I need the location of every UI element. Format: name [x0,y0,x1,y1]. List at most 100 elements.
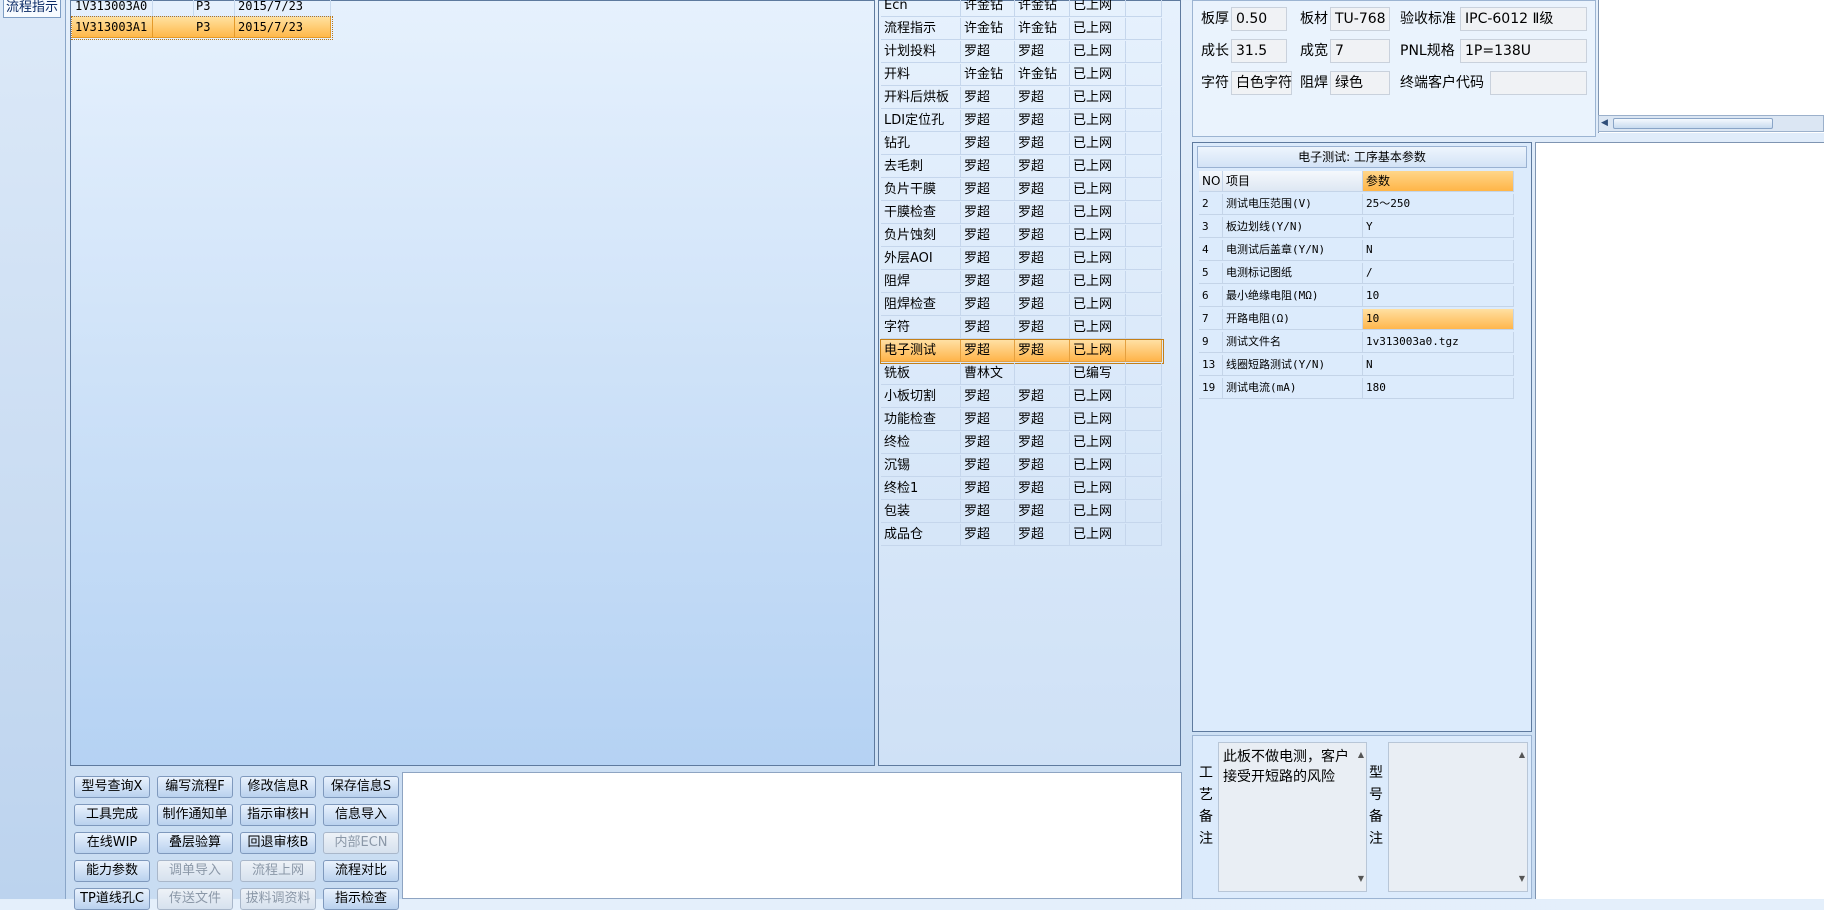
process-row[interactable]: 阻焊 罗超 罗超 已上网 [881,271,1163,294]
button-13[interactable]: 调单导入 [157,860,233,882]
param-row[interactable]: 4 电测试后盖章(Y/N) N [1199,240,1514,261]
param-row[interactable]: 6 最小绝缘电阻(MΩ) 10 [1199,286,1514,307]
button-4[interactable]: 工具完成 [74,804,150,826]
param-value-cell[interactable]: 10 [1363,309,1514,330]
process-row[interactable]: 沉锡 罗超 罗超 已上网 [881,455,1163,478]
scroll-left-icon[interactable]: ◀ [1601,118,1611,129]
process-name-cell: 阻焊检查 [881,294,961,316]
param-row[interactable]: 3 板边划线(Y/N) Y [1199,217,1514,238]
process-row[interactable]: 功能检查 罗超 罗超 已上网 [881,409,1163,432]
button-18[interactable]: 拔料调资料 [240,888,316,910]
param-value-cell[interactable]: Y [1363,217,1514,238]
param-row[interactable]: 2 测试电压范围(V) 25～250 [1199,194,1514,215]
process-row[interactable]: 去毛刺 罗超 罗超 已上网 [881,156,1163,179]
standard-field[interactable]: IPC-6012 Ⅱ级 [1460,7,1587,31]
param-value-cell[interactable]: 180 [1363,378,1514,399]
product-row[interactable]: 1V313003A1 P3 2015/7/23 [71,16,333,40]
params-header-0[interactable]: NO [1199,171,1223,192]
param-row[interactable]: 9 测试文件名 1v313003a0.tgz [1199,332,1514,353]
button-9[interactable]: 叠层验算 [157,832,233,854]
params-header-2[interactable]: 参数 [1363,171,1514,192]
process-row[interactable]: 小板切割 罗超 罗超 已上网 [881,386,1163,409]
horizontal-scrollbar[interactable]: ◀ [1598,115,1824,132]
message-area[interactable] [402,772,1182,899]
reviewer-cell: 罗超 [1015,87,1070,109]
process-row[interactable]: 钻孔 罗超 罗超 已上网 [881,133,1163,156]
process-row[interactable]: 开料后烘板 罗超 罗超 已上网 [881,87,1163,110]
button-7[interactable]: 信息导入 [323,804,399,826]
button-15[interactable]: 流程对比 [323,860,399,882]
process-remark-textarea[interactable]: 此板不做电测，客户接受开短路的风险 ▲ ▼ [1218,742,1367,892]
process-row[interactable]: 计划投料 罗超 罗超 已上网 [881,41,1163,64]
length-field[interactable]: 31.5 [1231,39,1287,63]
process-row[interactable]: Ecn 许金钻 许金钻 已上网 [881,0,1163,18]
scroll-down-icon[interactable]: ▼ [1519,869,1525,889]
params-header-1[interactable]: 项目 [1223,171,1363,192]
param-value-cell[interactable]: N [1363,240,1514,261]
product-list[interactable]: 1V313003A0 P3 2015/7/23 1V313003A1 P3 2015/7/… [70,0,875,766]
param-value-cell[interactable]: 10 [1363,286,1514,307]
process-row[interactable]: 终检 罗超 罗超 已上网 [881,432,1163,455]
button-17[interactable]: 传送文件 [157,888,233,910]
button-10[interactable]: 回退审核B [240,832,316,854]
button-12[interactable]: 能力参数 [74,860,150,882]
param-row[interactable]: 7 开路电阻(Ω) 10 [1199,309,1514,330]
process-row[interactable]: 开料 许金钻 许金钻 已上网 [881,64,1163,87]
button-14[interactable]: 流程上网 [240,860,316,882]
producer-cell: 罗超 [961,156,1015,178]
button-11[interactable]: 内部ECN [323,832,399,854]
width-field[interactable]: 7 [1330,39,1390,63]
process-row[interactable]: 阻焊检查 罗超 罗超 已上网 [881,294,1163,317]
status-cell: 已上网 [1070,455,1126,477]
button-0[interactable]: 型号查询X [74,776,150,798]
button-5[interactable]: 制作通知单 [157,804,233,826]
char-field[interactable]: 白色字符 [1231,71,1292,95]
process-row[interactable]: 负片蚀刻 罗超 罗超 已上网 [881,225,1163,248]
process-row[interactable]: LDI定位孔 罗超 罗超 已上网 [881,110,1163,133]
remarks-panel: 工艺备注 此板不做电测，客户接受开短路的风险 ▲ ▼ 型号备注 ▲ ▼ [1192,735,1532,899]
process-table[interactable]: Ecn 许金钻 许金钻 已上网 流程指示 许金钻 许金钻 已上网 计划投料 罗超 罗超 已上网 开料 许金… [878,0,1181,766]
process-row[interactable]: 铣板 曹林文 已编写 [881,363,1163,386]
process-row[interactable]: 外层AOI 罗超 罗超 已上网 [881,248,1163,271]
scroll-up-icon[interactable]: ▲ [1358,745,1364,765]
process-row[interactable]: 字符 罗超 罗超 已上网 [881,317,1163,340]
param-value-cell[interactable]: 25～250 [1363,194,1514,215]
status-cell: 已上网 [1070,432,1126,454]
tab-flow-instructions[interactable]: 流程指示 [3,0,61,18]
param-row[interactable]: 5 电测标记图纸 / [1199,263,1514,284]
scroll-down-icon[interactable]: ▼ [1358,869,1364,889]
producer-cell: 罗超 [961,41,1015,63]
button-1[interactable]: 编写流程F [157,776,233,798]
mask-field[interactable]: 绿色 [1330,71,1390,95]
button-19[interactable]: 指示检查 [323,888,399,910]
param-value-cell[interactable]: / [1363,263,1514,284]
button-16[interactable]: TP道线孔C [74,888,150,910]
process-row[interactable]: 终检1 罗超 罗超 已上网 [881,478,1163,501]
product-row[interactable]: 1V313003A0 P3 2015/7/23 [72,0,332,18]
model-remark-textarea[interactable]: ▲ ▼ [1388,742,1528,892]
thickness-field[interactable]: 0.50 [1231,7,1287,31]
process-row[interactable]: 负片干膜 罗超 罗超 已上网 [881,179,1163,202]
button-6[interactable]: 指示审核H [240,804,316,826]
param-value-cell[interactable]: 1v313003a0.tgz [1363,332,1514,353]
process-row[interactable]: 电子测试 罗超 罗超 已上网 [880,339,1164,364]
button-3[interactable]: 保存信息S [323,776,399,798]
process-row[interactable]: 流程指示 许金钻 许金钻 已上网 [881,18,1163,41]
status-cell: 已上网 [1070,87,1126,109]
customer-field[interactable] [1490,71,1587,95]
scroll-up-icon[interactable]: ▲ [1519,745,1525,765]
pnl-field[interactable]: 1P=138U [1460,39,1587,63]
thickness-label: 板厚 [1201,11,1229,27]
button-8[interactable]: 在线WIP [74,832,150,854]
process-row[interactable]: 成品仓 罗超 罗超 已上网 [881,524,1163,547]
scrollbar-thumb[interactable] [1613,118,1773,129]
process-row[interactable]: 包装 罗超 罗超 已上网 [881,501,1163,524]
producer-cell: 罗超 [961,202,1015,224]
param-row[interactable]: 19 测试电流(mA) 180 [1199,378,1514,399]
param-row[interactable]: 13 线圈短路测试(Y/N) N [1199,355,1514,376]
process-row[interactable]: 干膜检查 罗超 罗超 已上网 [881,202,1163,225]
material-field[interactable]: TU-768 [1330,7,1390,31]
param-value-cell[interactable]: N [1363,355,1514,376]
process-name-cell: LDI定位孔 [881,110,961,132]
button-2[interactable]: 修改信息R [240,776,316,798]
